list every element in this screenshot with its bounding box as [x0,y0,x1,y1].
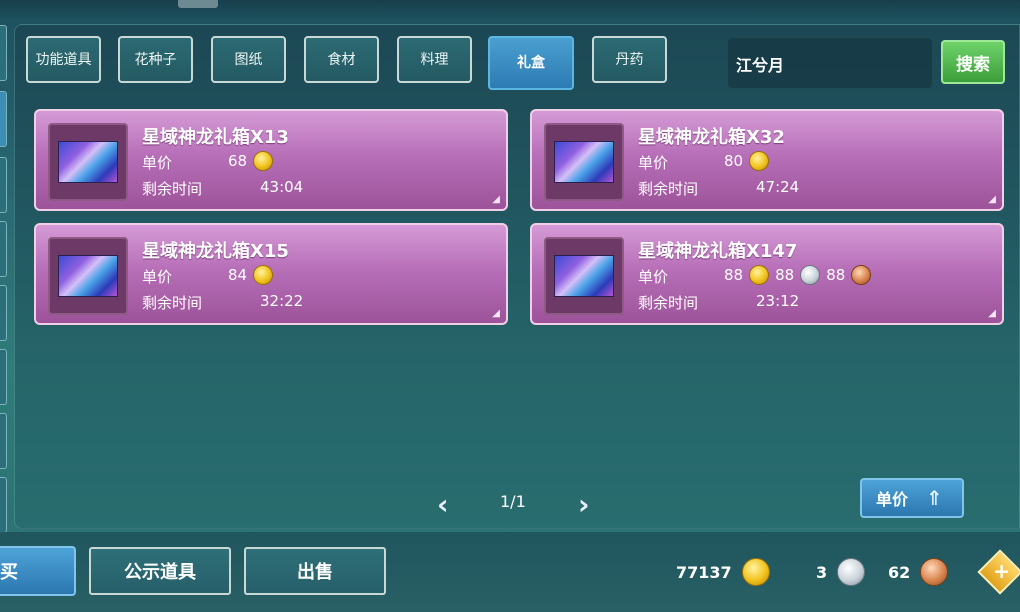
sort-arrow-icon: ⇑ [926,486,943,510]
price-label: 单价 [142,268,173,286]
tab-functional-items[interactable]: 功能道具 [26,36,101,83]
price-amount: 68 [228,152,248,170]
rail-item-6[interactable] [0,349,7,405]
listing-card[interactable]: 星域神龙礼箱X13 单价 68 剩余时间 43:04 ◢ [34,109,508,211]
page-indicator: 1/1 [500,492,526,511]
silver-amount: 3 [816,562,828,582]
search-input[interactable]: 江兮月 [728,38,932,88]
gift-box-image [58,255,118,297]
tab-blueprints[interactable]: 图纸 [211,36,286,83]
item-name: 星域神龙礼箱X15 [142,241,289,262]
tab-gift-boxes[interactable]: 礼盒 [488,36,574,90]
rail-item-1[interactable] [0,25,7,81]
price-amount: 84 [228,266,248,284]
buy-label: 购买 [0,562,18,583]
listing-card[interactable]: 星域神龙礼箱X15 单价 84 剩余时间 32:22 ◢ [34,223,508,325]
silver-balance: 3 [816,558,866,586]
item-icon-frame [544,123,624,201]
item-name: 星域神龙礼箱X13 [142,127,289,148]
gold-coin-icon [749,151,770,171]
search-button[interactable]: 搜索 [941,40,1005,84]
time-left-label: 剩余时间 [638,294,699,312]
tab-flower-seeds[interactable]: 花种子 [118,36,193,83]
rail-item-2[interactable] [0,91,7,147]
next-page-icon[interactable]: › [578,488,590,521]
time-left-label: 剩余时间 [142,180,203,198]
price-row: 80 [724,151,770,171]
item-name: 星域神龙礼箱X32 [638,127,785,148]
corner-mark-icon: ◢ [988,194,996,205]
side-rail [0,25,8,533]
sell-button[interactable]: 出售 [244,547,386,595]
price-row: 84 [228,265,274,285]
tab-elixirs[interactable]: 丹药 [592,36,667,83]
rail-item-7[interactable] [0,413,7,469]
top-strip [0,0,1020,22]
corner-mark-icon: ◢ [492,308,500,319]
listing-card[interactable]: 星域神龙礼箱X147 单价 88 88 88 剩余时间 23:12 ◢ [530,223,1004,325]
price-amount: 80 [724,152,744,170]
price-amount-bronze: 88 [826,266,846,284]
bronze-coin-icon [851,265,872,285]
item-icon-frame [48,123,128,201]
item-icon-frame [48,237,128,315]
gold-coin-icon [253,151,274,171]
gift-box-image [58,141,118,183]
corner-mark-icon: ◢ [492,194,500,205]
tab-ingredients[interactable]: 食材 [304,36,379,83]
rail-item-8[interactable] [0,477,7,533]
plus-icon: + [993,558,1011,583]
sort-by-price-button[interactable]: 单价 ⇑ [860,478,964,518]
rail-item-5[interactable] [0,285,7,341]
item-icon-frame [544,237,624,315]
gold-coin-icon [253,265,274,285]
listing-card[interactable]: 星域神龙礼箱X32 单价 80 剩余时间 47:24 ◢ [530,109,1004,211]
rail-item-4[interactable] [0,221,7,277]
public-items-button[interactable]: 公示道具 [89,547,231,595]
price-label: 单价 [638,268,669,286]
price-amount-gold: 88 [724,266,744,284]
time-left-label: 剩余时间 [638,180,699,198]
time-left-value: 47:24 [756,178,800,196]
gold-coin-icon [741,558,770,586]
bronze-coin-icon [920,558,949,586]
gift-box-image [554,255,614,297]
time-left-label: 剩余时间 [142,294,203,312]
sort-label: 单价 [876,490,909,509]
tab-cuisine[interactable]: 料理 [397,36,472,83]
rail-item-3[interactable] [0,157,7,213]
price-label: 单价 [142,154,173,172]
time-left-value: 23:12 [756,292,800,310]
gift-box-image [554,141,614,183]
corner-mark-icon: ◢ [988,308,996,319]
price-amount-silver: 88 [775,266,795,284]
time-left-value: 32:22 [260,292,304,310]
item-name: 星域神龙礼箱X147 [638,241,798,262]
price-row: 68 [228,151,274,171]
gold-amount: 77137 [676,562,732,582]
silver-coin-icon [837,558,866,586]
prev-page-icon[interactable]: ‹ [437,488,449,521]
buy-button[interactable]: 购买 [0,546,76,596]
bronze-balance: 62 [888,558,949,586]
price-label: 单价 [638,154,669,172]
time-left-value: 43:04 [260,178,304,196]
top-tab-handle[interactable] [178,0,218,8]
gold-balance: 77137 [676,558,770,586]
bronze-amount: 62 [888,562,911,582]
price-row: 88 88 88 [724,265,872,285]
gold-coin-icon [749,265,770,285]
silver-coin-icon [800,265,821,285]
